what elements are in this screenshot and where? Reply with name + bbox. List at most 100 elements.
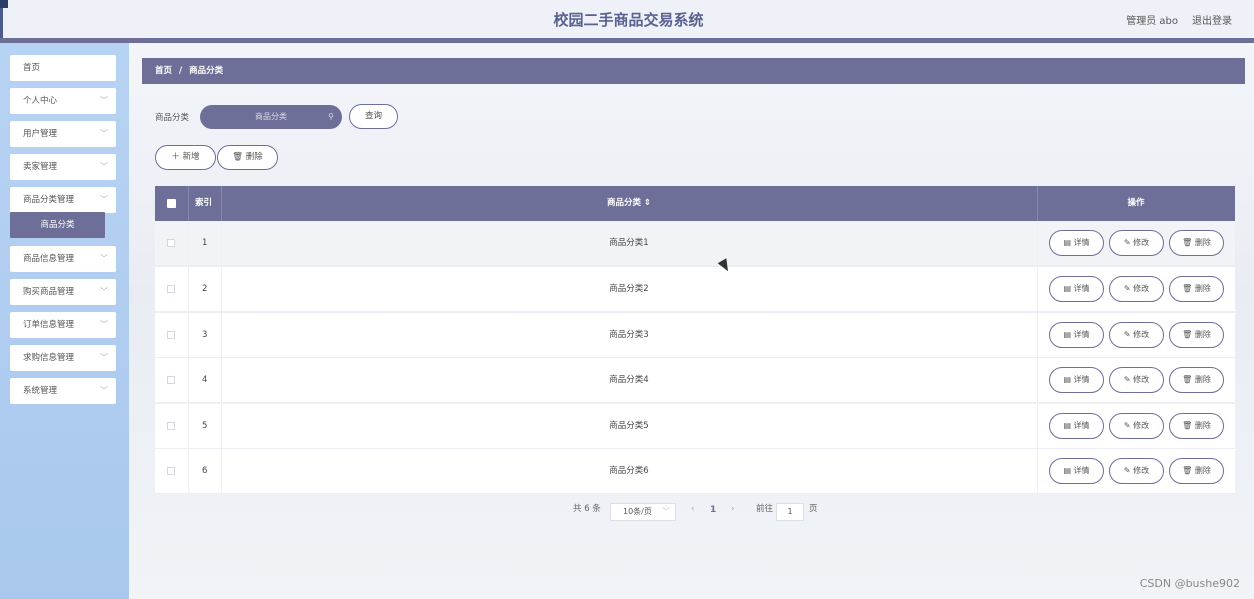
row-checkbox[interactable] (167, 331, 175, 339)
sidebar-item-personal-center[interactable]: 个人中心 ﹀ (10, 88, 116, 114)
row-divider (188, 313, 189, 358)
delete-button[interactable]: 🗑 删除 (1169, 276, 1224, 302)
delete-button[interactable]: 🗑 删除 (1169, 367, 1224, 393)
app-title: 校园二手商品交易系统 (553, 11, 704, 29)
header-actions: 操作 (1127, 198, 1145, 208)
delete-button[interactable]: 🗑 删除 (1169, 322, 1224, 348)
detail-button[interactable]: ▤ 详情 (1049, 458, 1104, 484)
edit-button[interactable]: ✎ 修改 (1109, 458, 1164, 484)
sidebar-item-label: 订单信息管理 (23, 320, 75, 330)
row-category: 商品分类1 (609, 238, 649, 248)
chevron-down-icon: ﹀ (100, 353, 108, 362)
delete-button[interactable]: 🗑 删除 (1169, 458, 1224, 484)
current-page[interactable]: 1 (710, 505, 716, 515)
row-checkbox[interactable] (167, 285, 175, 293)
window-corner-icon (0, 0, 8, 8)
search-input[interactable]: 商品分类 ⚲ (200, 105, 342, 129)
row-checkbox[interactable] (167, 422, 175, 430)
row-checkbox[interactable] (167, 239, 175, 247)
chevron-down-icon: ﹀ (100, 254, 108, 263)
sidebar-item-home[interactable]: 首页 (10, 55, 116, 81)
row-category: 商品分类2 (609, 284, 649, 294)
row-index: 6 (202, 466, 208, 476)
row-checkbox[interactable] (167, 467, 175, 475)
table-row: 6 商品分类6 ▤ 详情 ✎ 修改 🗑 删除 (155, 449, 1235, 494)
chevron-down-icon: ﹀ (100, 386, 108, 395)
add-button[interactable]: ＋ 新增 (155, 145, 216, 170)
query-button[interactable]: 查询 (349, 104, 398, 129)
row-divider (1037, 404, 1038, 449)
row-index: 5 (202, 421, 208, 431)
row-divider (188, 449, 189, 494)
row-checkbox[interactable] (167, 376, 175, 384)
detail-button[interactable]: ▤ 详情 (1049, 276, 1104, 302)
sidebar-subitem-category[interactable]: 商品分类 (10, 212, 105, 238)
bulk-delete-button[interactable]: 🗑 删除 (217, 145, 278, 170)
goto-page-input[interactable]: 1 (776, 503, 804, 521)
chevron-down-icon: ﹀ (100, 320, 108, 329)
search-placeholder: 商品分类 (255, 112, 287, 121)
sidebar-item-purchase[interactable]: 购买商品管理 ﹀ (10, 279, 116, 305)
table-header: 索引 商品分类 ⇕ 操作 (155, 186, 1235, 221)
detail-button[interactable]: ▤ 详情 (1049, 413, 1104, 439)
row-divider (1037, 267, 1038, 312)
header-category[interactable]: 商品分类 ⇕ (221, 186, 1037, 221)
sidebar-item-label: 购买商品管理 (23, 287, 75, 297)
header-divider (188, 186, 189, 221)
chevron-down-icon: ﹀ (100, 195, 108, 204)
chevron-down-icon: ﹀ (100, 96, 108, 105)
sidebar-item-product-info[interactable]: 商品信息管理 ﹀ (10, 246, 116, 272)
chevron-down-icon: ﹀ (100, 129, 108, 138)
header-index: 索引 (195, 198, 213, 208)
page-size-select[interactable]: 10条/页 ﹀ (610, 503, 676, 521)
user-label: 管理员 abo (1126, 16, 1178, 27)
row-divider (1037, 449, 1038, 494)
sidebar-item-seller-management[interactable]: 卖家管理 ﹀ (10, 154, 116, 180)
table-row: 3 商品分类3 ▤ 详情 ✎ 修改 🗑 删除 (155, 313, 1235, 358)
detail-button[interactable]: ▤ 详情 (1049, 367, 1104, 393)
sidebar-item-label: 商品信息管理 (23, 254, 75, 264)
edit-button[interactable]: ✎ 修改 (1109, 230, 1164, 256)
sidebar-item-orders[interactable]: 订单信息管理 ﹀ (10, 312, 116, 338)
chevron-down-icon: ﹀ (100, 287, 108, 296)
top-header: 校园二手商品交易系统 管理员 abo 退出登录 (0, 0, 1254, 38)
edit-button[interactable]: ✎ 修改 (1109, 367, 1164, 393)
sidebar-item-wanted[interactable]: 求购信息管理 ﹀ (10, 345, 116, 371)
detail-button[interactable]: ▤ 详情 (1049, 230, 1104, 256)
row-category: 商品分类5 (609, 421, 649, 431)
chevron-down-icon: ﹀ (662, 507, 670, 516)
watermark: CSDN @bushe902 (1139, 577, 1240, 590)
edit-button[interactable]: ✎ 修改 (1109, 322, 1164, 348)
prev-page-button[interactable]: ‹ (691, 504, 695, 514)
logout-link[interactable]: 退出登录 (1192, 12, 1232, 27)
next-page-button[interactable]: › (731, 504, 735, 514)
row-divider (1037, 358, 1038, 403)
sidebar-item-system[interactable]: 系统管理 ﹀ (10, 378, 116, 404)
row-divider (188, 267, 189, 312)
page-suffix: 页 (809, 504, 818, 514)
edit-button[interactable]: ✎ 修改 (1109, 413, 1164, 439)
table-row: 5 商品分类5 ▤ 详情 ✎ 修改 🗑 删除 (155, 404, 1235, 449)
breadcrumb-separator: / (178, 66, 183, 76)
edit-button[interactable]: ✎ 修改 (1109, 276, 1164, 302)
delete-button[interactable]: 🗑 删除 (1169, 230, 1224, 256)
page-size-value: 10条/页 (623, 507, 652, 516)
row-category: 商品分类4 (609, 375, 649, 385)
select-all-checkbox[interactable] (167, 199, 176, 208)
row-divider (1037, 313, 1038, 358)
row-index: 3 (202, 330, 208, 340)
search-icon: ⚲ (328, 112, 334, 121)
row-index: 1 (202, 238, 208, 248)
breadcrumb-home[interactable]: 首页 (155, 66, 172, 76)
row-divider (188, 221, 189, 266)
detail-button[interactable]: ▤ 详情 (1049, 322, 1104, 348)
sidebar-item-category-management[interactable]: 商品分类管理 ﹀ (10, 187, 116, 213)
pagination-total: 共 6 条 (573, 504, 601, 514)
sidebar-item-user-management[interactable]: 用户管理 ﹀ (10, 121, 116, 147)
delete-button[interactable]: 🗑 删除 (1169, 413, 1224, 439)
row-index: 4 (202, 375, 208, 385)
sidebar-item-label: 求购信息管理 (23, 353, 75, 363)
goto-label: 前往 (756, 504, 774, 514)
breadcrumb-current: 商品分类 (189, 66, 224, 76)
sidebar-item-label: 用户管理 (23, 129, 58, 139)
